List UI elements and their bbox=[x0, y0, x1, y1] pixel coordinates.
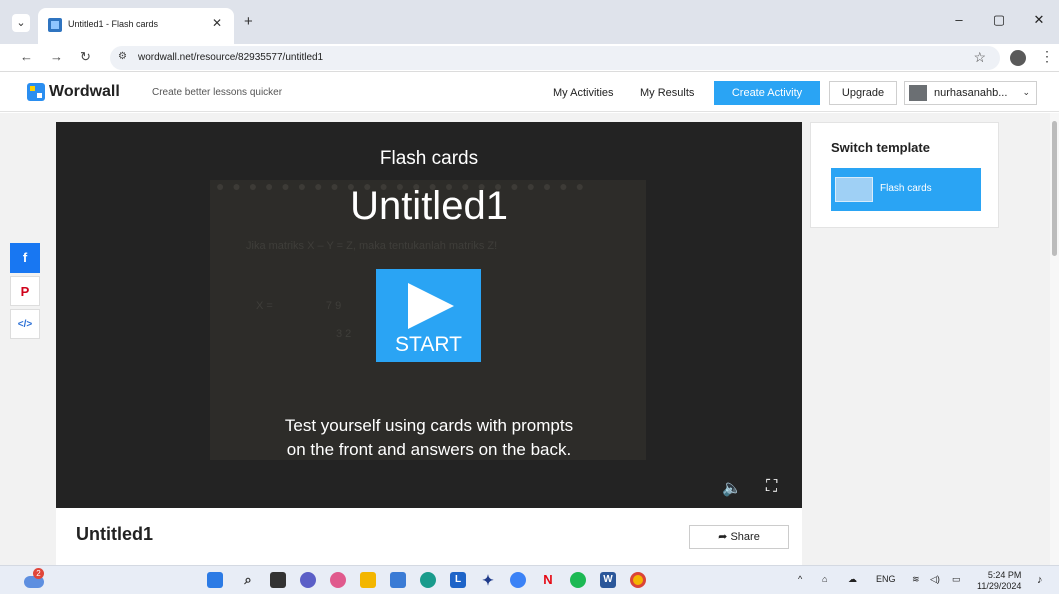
username: nurhasanahb... bbox=[934, 87, 1008, 99]
share-arrow-icon: ➦ bbox=[718, 531, 728, 543]
app-icon[interactable] bbox=[510, 572, 526, 588]
template-name: Flash cards bbox=[880, 183, 932, 194]
facebook-share-icon[interactable]: f bbox=[10, 243, 40, 273]
share-button[interactable]: ➦ Share bbox=[689, 525, 789, 549]
task-view-icon[interactable] bbox=[270, 572, 286, 588]
site-info-icon[interactable]: ⚙ bbox=[118, 51, 127, 62]
activity-heading: Untitled1 bbox=[76, 524, 154, 544]
window-controls: – ▢ ✕ bbox=[939, 6, 1059, 34]
create-activity-button[interactable]: Create Activity bbox=[714, 81, 820, 105]
browser-tab[interactable]: Untitled1 - Flash cards ✕ bbox=[38, 8, 234, 44]
embed-code-icon[interactable]: </> bbox=[10, 309, 40, 339]
widgets-icon[interactable] bbox=[330, 572, 346, 588]
site-header: Wordwall Create better lessons quicker M… bbox=[0, 72, 1059, 112]
my-activities-link[interactable]: My Activities bbox=[553, 87, 614, 99]
edge-browser-icon[interactable] bbox=[420, 572, 436, 588]
wordwall-logo[interactable]: Wordwall bbox=[27, 83, 120, 101]
tray-app-icon[interactable]: ⌂ bbox=[822, 574, 827, 584]
upgrade-button[interactable]: Upgrade bbox=[829, 81, 897, 105]
page-scrollbar[interactable] bbox=[1050, 113, 1059, 565]
tab-search-icon[interactable]: ⌄ bbox=[12, 14, 30, 32]
description-line-2: on the front and answers on the back. bbox=[286, 440, 572, 459]
weather-badge: 2 bbox=[33, 568, 44, 579]
matrix-row-2: 3 2 bbox=[336, 328, 352, 340]
bookmark-star-icon[interactable]: ☆ bbox=[973, 49, 986, 66]
matrix-label: X = bbox=[256, 300, 273, 312]
fullscreen-icon[interactable]: ⛶ bbox=[766, 478, 777, 496]
restore-button[interactable]: ▢ bbox=[979, 6, 1019, 34]
weather-widget-icon[interactable]: 2 bbox=[24, 568, 44, 590]
reload-button[interactable]: ↻ bbox=[80, 49, 91, 65]
tagline: Create better lessons quicker bbox=[152, 87, 283, 98]
my-results-link[interactable]: My Results bbox=[640, 87, 694, 99]
word-icon[interactable]: W bbox=[600, 572, 616, 588]
user-menu[interactable]: nurhasanahb... ⌄ bbox=[904, 81, 1037, 105]
volume-icon[interactable]: 🔈 bbox=[722, 478, 742, 498]
background-matrix: X = 7 9 3 2 bbox=[256, 292, 351, 348]
logo-text: Wordwall bbox=[49, 83, 120, 100]
store-icon[interactable] bbox=[390, 572, 406, 588]
clock-date: 11/29/2024 bbox=[977, 581, 1022, 591]
tab-title: Untitled1 - Flash cards bbox=[68, 19, 159, 29]
url-field[interactable]: ⚙ wordwall.net/resource/82935577/untitle… bbox=[110, 46, 1000, 70]
file-explorer-icon[interactable] bbox=[360, 572, 376, 588]
linkedin-icon[interactable]: L bbox=[450, 572, 466, 588]
wordwall-favicon-icon bbox=[48, 18, 62, 32]
wifi-icon[interactable]: ≋ bbox=[912, 574, 920, 585]
language-indicator[interactable]: ENG bbox=[876, 574, 896, 584]
chat-icon[interactable] bbox=[300, 572, 316, 588]
spotify-icon[interactable] bbox=[570, 572, 586, 588]
notification-bell-icon[interactable]: ♪ bbox=[1037, 574, 1043, 586]
background-question: Jika matriks X – Y = Z, maka tentukanlah… bbox=[246, 240, 498, 252]
switch-template-panel: Switch template Flash cards bbox=[810, 122, 999, 228]
template-type-label: Flash cards bbox=[379, 148, 479, 169]
scrollbar-thumb[interactable] bbox=[1052, 121, 1057, 256]
windows-taskbar: 2 ⌕ L ✦ N W ^ ⌂ ☁ ENG ≋ ◁) ▭ 5:24 PM 11/… bbox=[0, 565, 1059, 594]
activity-info-bar: Untitled1 ➦ Share bbox=[56, 508, 802, 565]
search-icon[interactable]: ⌕ bbox=[240, 572, 256, 588]
address-bar: ← → ↻ ⚙ wordwall.net/resource/82935577/u… bbox=[0, 44, 1059, 72]
template-thumbnail bbox=[835, 177, 873, 202]
netflix-icon[interactable]: N bbox=[540, 572, 556, 588]
volume-tray-icon[interactable]: ◁) bbox=[930, 574, 940, 585]
clock-time: 5:24 PM bbox=[987, 570, 1022, 580]
browser-menu-icon[interactable]: ⋮ bbox=[1040, 48, 1054, 65]
windows-start-icon[interactable] bbox=[207, 572, 223, 588]
pinterest-share-icon[interactable]: P bbox=[10, 276, 40, 306]
description-line-1: Test yourself using cards with prompts bbox=[284, 416, 574, 435]
dropbox-icon[interactable]: ✦ bbox=[480, 572, 496, 588]
system-clock[interactable]: 5:24 PM 11/29/2024 bbox=[977, 570, 1021, 592]
battery-icon[interactable]: ▭ bbox=[952, 574, 961, 585]
back-button[interactable]: ← bbox=[20, 49, 33, 64]
start-label: START bbox=[395, 333, 462, 356]
matrix-row-1: 7 9 bbox=[325, 300, 342, 312]
share-label: Share bbox=[730, 531, 760, 543]
profile-avatar-icon[interactable] bbox=[1010, 50, 1026, 66]
activity-description: Test yourself using cards with prompts o… bbox=[56, 414, 802, 462]
tray-overflow-icon[interactable]: ^ bbox=[798, 574, 802, 584]
close-window-button[interactable]: ✕ bbox=[1019, 6, 1059, 34]
forward-button[interactable]: → bbox=[50, 49, 63, 64]
user-avatar bbox=[909, 85, 927, 101]
social-share-rail: f P </> bbox=[10, 243, 40, 342]
activity-title: Untitled1 bbox=[350, 184, 508, 228]
template-option-flash-cards[interactable]: Flash cards bbox=[831, 168, 981, 211]
tray-cloud-icon[interactable]: ☁ bbox=[848, 574, 857, 585]
minimize-button[interactable]: – bbox=[939, 6, 979, 34]
switch-template-heading: Switch template bbox=[831, 140, 930, 155]
tab-close-icon[interactable]: ✕ bbox=[212, 16, 222, 30]
wordwall-logo-icon bbox=[27, 83, 45, 101]
chrome-icon[interactable] bbox=[630, 572, 646, 588]
url-text[interactable]: wordwall.net/resource/82935577/untitled1 bbox=[138, 52, 323, 63]
new-tab-button[interactable]: + bbox=[244, 13, 253, 30]
start-button[interactable]: START bbox=[376, 269, 481, 362]
play-icon bbox=[408, 283, 454, 329]
browser-tab-strip: ⌄ Untitled1 - Flash cards ✕ + – ▢ ✕ bbox=[0, 0, 1059, 44]
chevron-down-icon: ⌄ bbox=[1022, 87, 1030, 97]
activity-player[interactable]: ● ● ● ● ● ● ● ● ● ● ● ● ● ● ● ● ● ● ● ● … bbox=[56, 122, 802, 508]
